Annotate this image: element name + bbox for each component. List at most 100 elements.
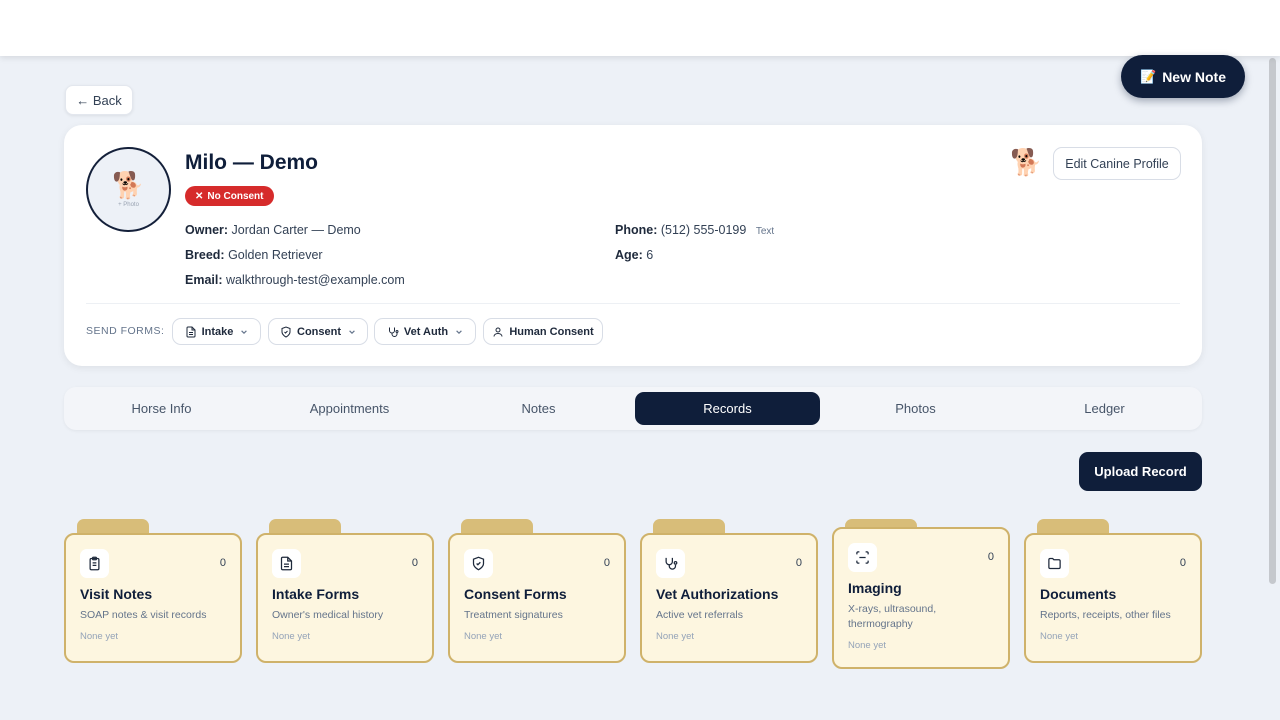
age-info: Age: 6 <box>615 248 653 262</box>
send-vet-auth-button[interactable]: Vet Auth <box>374 318 476 345</box>
folder-description: Treatment signatures <box>464 609 563 621</box>
avatar[interactable]: 🐕 + Photo <box>86 147 171 232</box>
email-info: Email: walkthrough-test@example.com <box>185 273 405 287</box>
divider <box>86 303 1180 304</box>
send-consent-button[interactable]: Consent <box>268 318 368 345</box>
form-label: Vet Auth <box>403 325 449 338</box>
tab-appointments[interactable]: Appointments <box>257 392 442 425</box>
document-icon <box>186 326 196 337</box>
folder-body: 0 Consent Forms Treatment signatures Non… <box>448 533 626 663</box>
edit-profile-button[interactable]: Edit Canine Profile <box>1053 147 1181 180</box>
breed-value: Golden Retriever <box>228 248 323 262</box>
avatar-photo-label: + Photo <box>118 201 139 208</box>
folder-visit-notes[interactable]: 0 Visit Notes SOAP notes & visit records… <box>64 519 242 663</box>
folder-name: Vet Authorizations <box>656 586 779 602</box>
shield-icon <box>281 325 291 338</box>
tab-notes[interactable]: Notes <box>446 392 631 425</box>
upload-record-button[interactable]: Upload Record <box>1079 452 1202 491</box>
scrollbar-thumb[interactable] <box>1269 58 1276 584</box>
folder-body: 0 Vet Authorizations Active vet referral… <box>640 533 818 663</box>
chevron-down-icon <box>241 329 248 334</box>
folder-body: 0 Imaging X-rays, ultrasound, thermograp… <box>832 527 1010 669</box>
email-value: walkthrough-test@example.com <box>226 273 405 287</box>
folder-body: 0 Documents Reports, receipts, other fil… <box>1024 533 1202 663</box>
folder-vet-authorizations[interactable]: 0 Vet Authorizations Active vet referral… <box>640 519 818 663</box>
folder-count: 0 <box>987 551 994 563</box>
back-button[interactable]: ← Back <box>65 85 133 115</box>
folder-name: Imaging <box>848 580 902 596</box>
folder-empty-state: None yet <box>656 631 695 642</box>
chevron-down-icon <box>349 329 355 334</box>
pet-name: Milo — Demo <box>185 151 319 174</box>
send-intake-button[interactable]: Intake <box>172 318 261 345</box>
tab-records[interactable]: Records <box>635 392 820 425</box>
folder-description: Reports, receipts, other files <box>1040 609 1171 621</box>
breed-label: Breed: <box>185 248 225 262</box>
form-label: Intake <box>201 325 234 338</box>
shield-check-icon <box>464 549 493 578</box>
stethoscope-icon <box>656 549 685 578</box>
send-human-consent-button[interactable]: Human Consent <box>483 318 603 345</box>
folder-consent-forms[interactable]: 0 Consent Forms Treatment signatures Non… <box>448 519 626 663</box>
chevron-down-icon <box>456 329 462 334</box>
folder-body: 0 Intake Forms Owner's medical history N… <box>256 533 434 663</box>
folder-name: Visit Notes <box>80 586 153 602</box>
text-phone-link[interactable]: Text <box>756 226 774 237</box>
profile-card: 🐕 + Photo Milo — Demo ✕ No Consent Owner… <box>64 125 1202 366</box>
document-icon <box>272 549 301 578</box>
form-label: Human Consent <box>509 325 594 338</box>
owner-info: Owner: Jordan Carter — Demo <box>185 223 361 237</box>
folder-empty-state: None yet <box>464 631 503 642</box>
folder-imaging[interactable]: 0 Imaging X-rays, ultrasound, thermograp… <box>832 519 1010 669</box>
consent-status-badge: ✕ No Consent <box>185 186 274 206</box>
scrollbar[interactable] <box>1268 56 1277 720</box>
dog-icon: 🐕 <box>112 169 145 200</box>
memo-icon: 📝 <box>1140 68 1157 84</box>
folder-name: Documents <box>1040 586 1117 602</box>
folder-name: Intake Forms <box>272 586 360 602</box>
folder-body: 0 Visit Notes SOAP notes & visit records… <box>64 533 242 663</box>
tab-photos[interactable]: Photos <box>823 392 1008 425</box>
folder-empty-state: None yet <box>1040 631 1079 642</box>
folder-count: 0 <box>411 557 418 569</box>
breed-info: Breed: Golden Retriever <box>185 248 323 262</box>
owner-value: Jordan Carter — Demo <box>231 223 361 237</box>
send-forms-label: SEND FORMS: <box>86 325 165 337</box>
scan-icon <box>848 543 877 572</box>
new-note-label: New Note <box>1162 68 1226 85</box>
phone-label: Phone: <box>615 223 658 237</box>
folder-empty-state: None yet <box>80 631 119 642</box>
top-bar <box>0 0 1280 56</box>
owner-label: Owner: <box>185 223 229 237</box>
phone-value: (512) 555-0199 <box>660 223 747 237</box>
dog-icon: 🐕 <box>1010 147 1043 177</box>
tab-horse-info[interactable]: Horse Info <box>69 392 254 425</box>
folder-count: 0 <box>219 557 226 569</box>
folder-description: SOAP notes & visit records <box>80 609 207 621</box>
folder-empty-state: None yet <box>848 640 887 651</box>
form-label: Consent <box>297 325 341 338</box>
clipboard-icon <box>80 549 109 578</box>
phone-info: Phone: (512) 555-0199 Text <box>615 223 774 237</box>
folder-count: 0 <box>795 557 802 569</box>
folder-intake-forms[interactable]: 0 Intake Forms Owner's medical history N… <box>256 519 434 663</box>
email-label: Email: <box>185 273 223 287</box>
folder-icon <box>1040 549 1069 578</box>
folder-documents[interactable]: 0 Documents Reports, receipts, other fil… <box>1024 519 1202 663</box>
folder-count: 0 <box>1179 557 1186 569</box>
tab-bar: Horse Info Appointments Notes Records Ph… <box>64 387 1202 430</box>
person-icon <box>493 327 503 337</box>
new-note-button[interactable]: 📝 New Note <box>1121 55 1245 98</box>
folder-empty-state: None yet <box>272 631 311 642</box>
folder-description: Owner's medical history <box>272 609 384 621</box>
folder-description: Active vet referrals <box>656 609 743 621</box>
tab-ledger[interactable]: Ledger <box>1012 392 1197 425</box>
folder-description: X-rays, ultrasound, thermography <box>848 603 937 630</box>
folder-name: Consent Forms <box>464 586 567 602</box>
close-icon: ✕ <box>195 190 204 202</box>
age-label: Age: <box>615 248 643 262</box>
folder-count: 0 <box>603 557 610 569</box>
consent-badge-label: No Consent <box>207 190 264 202</box>
stethoscope-icon <box>388 327 399 337</box>
age-value: 6 <box>646 248 654 262</box>
